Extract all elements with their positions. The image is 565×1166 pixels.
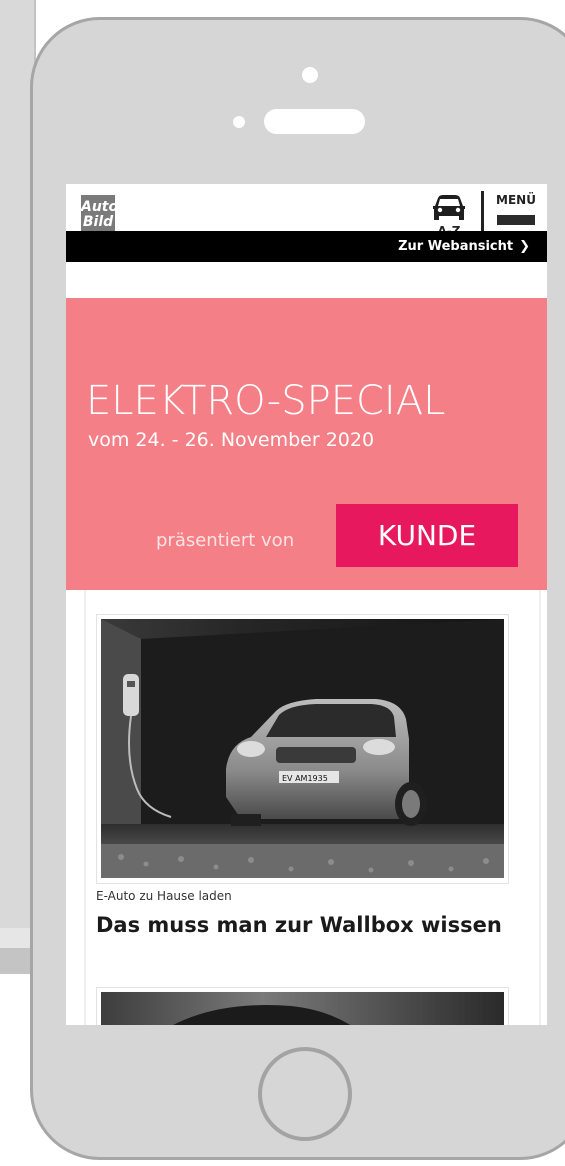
article-image-next[interactable] <box>101 992 504 1025</box>
background-strip-dark <box>0 948 34 974</box>
article-card[interactable]: EV AM1935 <box>96 614 509 884</box>
sponsor-button[interactable]: KUNDE <box>336 504 518 567</box>
phone-home-button[interactable] <box>258 1047 352 1141</box>
site-header: Auto Bild A-Z MENÜ <box>66 184 547 246</box>
article-title[interactable]: Das muss man zur Wallbox wissen <box>96 912 506 939</box>
webview-link[interactable]: Zur Webansicht ❯ <box>398 231 530 262</box>
phone-sensor <box>233 116 245 128</box>
article-list: EV AM1935 E-Auto zu Hause laden Das muss… <box>66 590 547 1025</box>
content-rail <box>84 590 86 1025</box>
webview-link-label: Zur Webansicht <box>398 239 514 254</box>
article-card-next[interactable] <box>96 987 509 1025</box>
presented-by-label: präsentiert von <box>156 530 295 551</box>
svg-text:EV AM1935: EV AM1935 <box>282 774 328 783</box>
logo-line-2: Bild <box>82 214 114 230</box>
phone-speaker <box>264 109 365 134</box>
chevron-right-icon: ❯ <box>519 239 530 254</box>
menu-label: MENÜ <box>496 193 536 207</box>
hero-subtitle: vom 24. - 26. November 2020 <box>88 429 375 451</box>
car-icon <box>433 195 465 220</box>
hamburger-bar <box>497 215 535 225</box>
content-rail <box>539 590 541 1025</box>
phone-screen: Auto Bild A-Z MENÜ Zur Webansicht ❯ <box>66 184 547 1025</box>
webview-bar: Zur Webansicht ❯ <box>66 231 547 262</box>
article-kicker: E-Auto zu Hause laden <box>96 889 232 903</box>
spacer <box>66 262 547 298</box>
hero-title: ELEKTRO-SPECIAL <box>86 378 446 424</box>
phone-camera <box>302 67 318 83</box>
logo-line-1: Auto <box>81 199 119 215</box>
article-image[interactable]: EV AM1935 <box>101 619 504 878</box>
background-strip <box>0 928 34 948</box>
hero-banner: ELEKTRO-SPECIAL vom 24. - 26. November 2… <box>66 298 547 590</box>
